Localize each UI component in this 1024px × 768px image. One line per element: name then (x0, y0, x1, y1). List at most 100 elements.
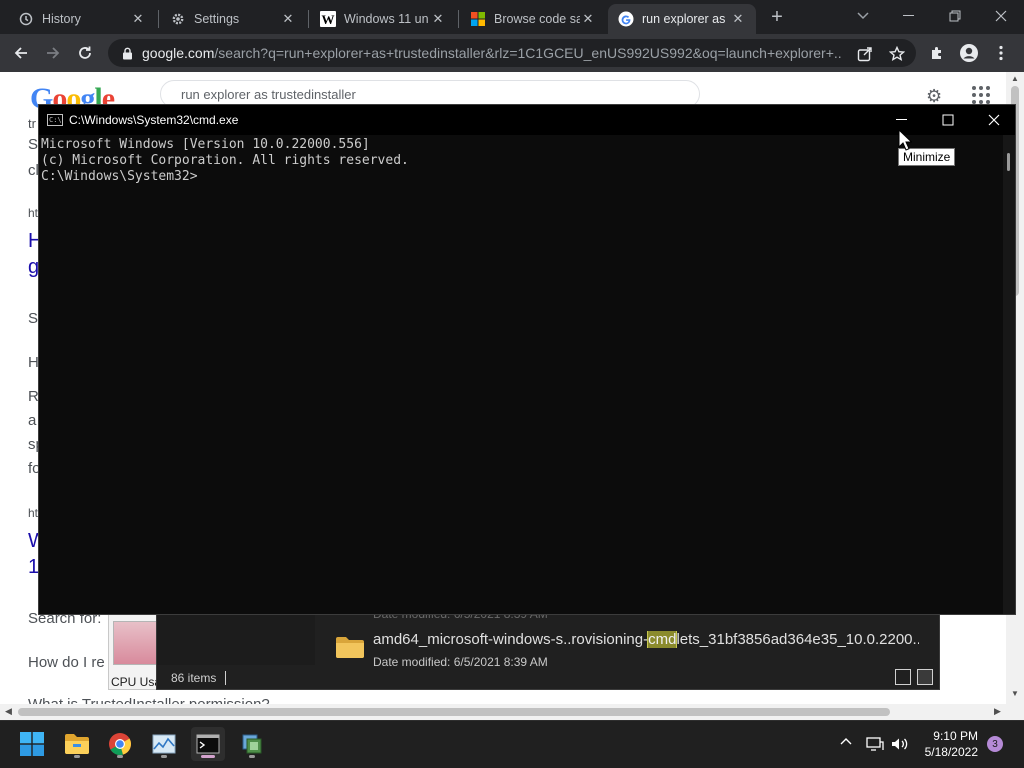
details-view-icon[interactable] (895, 669, 911, 685)
taskbar-registry-editor[interactable] (235, 727, 269, 761)
plus-icon: + (771, 5, 783, 28)
mouse-cursor-icon (898, 128, 913, 151)
console-output[interactable]: Microsoft Windows [Version 10.0.22000.55… (41, 137, 409, 185)
cpu-usage-label: CPU Usa (111, 675, 162, 689)
tab-close-icon[interactable]: ✕ (130, 11, 146, 27)
large-icons-view-icon[interactable] (917, 669, 933, 685)
running-indicator (161, 755, 167, 758)
status-separator (225, 671, 226, 685)
running-indicator (117, 755, 123, 758)
tab-close-icon[interactable]: ✕ (280, 11, 296, 27)
scrollbar-thumb[interactable] (18, 708, 890, 716)
cmd-app-icon[interactable]: C:\ (47, 114, 63, 126)
chrome-icon (109, 733, 131, 756)
file-explorer-window[interactable]: Date modified: 6/5/2021 8:39 AM amd64_mi… (156, 604, 940, 690)
tab-label: Browse code sa (494, 12, 580, 26)
registry-icon (242, 734, 262, 754)
reload-button[interactable] (72, 40, 98, 66)
scroll-left-arrow-icon[interactable]: ◀ (5, 706, 12, 717)
taskbar: 9:10 PM 5/18/2022 3 (0, 720, 1024, 768)
people-also-ask-question[interactable]: How do I re (28, 654, 105, 671)
forward-button[interactable] (40, 40, 66, 66)
result-snippet-text: S (28, 310, 39, 327)
start-button[interactable] (15, 727, 49, 761)
scroll-right-arrow-icon[interactable]: ▶ (994, 706, 1001, 717)
browser-close-button[interactable] (978, 2, 1024, 30)
tab-settings[interactable]: Settings ✕ (160, 4, 306, 34)
gear-icon (170, 11, 186, 27)
browser-minimize-button[interactable] (886, 2, 932, 30)
new-tab-button[interactable]: + (766, 6, 788, 28)
tab-close-icon[interactable]: ✕ (580, 11, 596, 27)
cmd-title-bar[interactable]: C:\ C:\Windows\System32\cmd.exe (39, 105, 1015, 135)
browser-restore-button[interactable] (932, 2, 978, 30)
browser-tab-strip: History ✕ Settings ✕ W Windows 11 un ✕ B… (0, 0, 1024, 34)
taskbar-chrome[interactable] (103, 727, 137, 761)
google-apps-grid-icon[interactable] (972, 86, 990, 104)
taskbar-task-manager[interactable] (147, 727, 181, 761)
console-line: Microsoft Windows [Version 10.0.22000.55… (41, 137, 370, 152)
google-g-icon (618, 11, 634, 27)
address-bar[interactable]: google.com/search?q=run+explorer+as+trus… (108, 39, 916, 67)
chrome-menu-icon[interactable] (990, 42, 1012, 64)
network-icon[interactable] (866, 737, 884, 751)
url-text: google.com/search?q=run+explorer+as+trus… (142, 45, 842, 61)
folder-icon (335, 635, 365, 659)
folder-icon (65, 734, 89, 754)
file-name-part: amd64_microsoft-windows-s..rovisioning- (373, 631, 649, 648)
tab-search-chevron-icon[interactable] (853, 6, 873, 26)
scroll-up-arrow-icon[interactable]: ▲ (1011, 74, 1019, 83)
share-icon[interactable] (856, 45, 874, 63)
system-clock[interactable]: 9:10 PM 5/18/2022 (908, 728, 978, 760)
tab-label: History (42, 12, 81, 26)
tab-run-explorer-as[interactable]: run explorer as ✕ (608, 4, 756, 34)
windows-logo-icon (20, 732, 44, 756)
page-horizontal-scrollbar[interactable]: ◀ ▶ (0, 704, 1024, 720)
tab-close-icon[interactable]: ✕ (730, 11, 746, 27)
word-w-icon: W (320, 11, 336, 27)
taskbar-file-explorer[interactable] (60, 727, 94, 761)
tab-windows-11[interactable]: W Windows 11 un ✕ (310, 4, 456, 34)
task-manager-window[interactable]: CPU Usa (108, 614, 162, 690)
scrollbar-thumb[interactable] (1007, 153, 1010, 171)
history-icon (18, 11, 34, 27)
running-indicator (249, 755, 255, 758)
forward-arrow-icon (47, 47, 60, 59)
clock-time: 9:10 PM (933, 729, 978, 743)
people-also-ask-question[interactable]: What is TrustedInstaller permission? (28, 696, 270, 704)
tab-close-icon[interactable]: ✕ (430, 11, 446, 27)
search-highlight: cmd (647, 631, 678, 648)
tab-browse-code-samples[interactable]: Browse code sa ✕ (460, 4, 606, 34)
back-arrow-icon (14, 47, 27, 59)
tab-history[interactable]: History ✕ (8, 4, 156, 34)
tab-label: Windows 11 un (344, 12, 429, 26)
browser-toolbar: google.com/search?q=run+explorer+as+trus… (0, 34, 1024, 72)
scroll-down-arrow-icon[interactable]: ▼ (1011, 689, 1019, 698)
microsoft-logo-icon (470, 11, 486, 27)
console-line: (c) Microsoft Corporation. All rights re… (41, 153, 409, 168)
command-prompt[interactable]: C:\Windows\System32> (41, 169, 409, 185)
file-list-item[interactable]: amd64_microsoft-windows-s..rovisioning-c… (373, 631, 919, 648)
result-url[interactable]: ht (28, 206, 38, 220)
result-url[interactable]: ht (28, 506, 38, 520)
profile-avatar-icon[interactable] (958, 42, 980, 64)
bookmark-star-icon[interactable] (888, 45, 906, 63)
cmd-close-button[interactable] (971, 105, 1017, 135)
cmd-window[interactable]: C:\ C:\Windows\System32\cmd.exe Microsof… (38, 104, 1016, 615)
tab-label: Settings (194, 12, 240, 26)
notification-badge[interactable]: 3 (987, 736, 1003, 752)
console-scrollbar[interactable] (1003, 135, 1015, 614)
show-hidden-icons-chevron-icon[interactable] (840, 737, 852, 745)
back-button[interactable] (8, 40, 34, 66)
clock-date: 5/18/2022 (924, 745, 978, 759)
file-name-part: lets_31bf3856ad364e35_10.0.2200... (676, 631, 919, 648)
close-icon (988, 114, 1000, 126)
cmd-maximize-button[interactable] (925, 105, 971, 135)
cmd-window-title: C:\Windows\System32\cmd.exe (69, 113, 239, 127)
volume-icon[interactable] (891, 737, 909, 751)
lock-icon[interactable] (120, 46, 134, 60)
result-snippet-text: S (28, 136, 39, 153)
result-snippet-text: tr (28, 116, 36, 131)
taskbar-cmd[interactable] (191, 727, 225, 761)
extensions-puzzle-icon[interactable] (926, 42, 948, 64)
